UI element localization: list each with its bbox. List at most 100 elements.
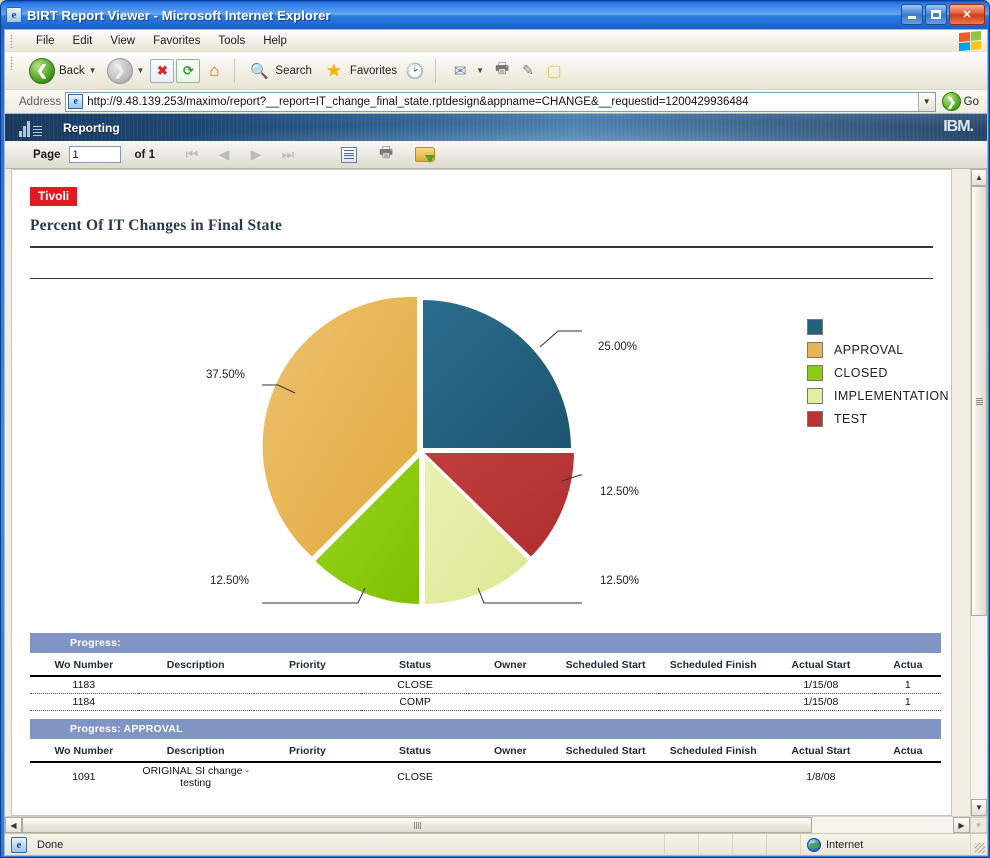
internet-explorer-icon: e: [6, 7, 22, 23]
discuss-note-icon[interactable]: ▢: [542, 59, 566, 83]
column-header-owner: Owner: [468, 653, 552, 677]
vertical-scroll-thumb[interactable]: [971, 186, 987, 616]
favorites-button[interactable]: ★ Favorites: [318, 57, 401, 85]
menu-item-edit[interactable]: Edit: [64, 33, 102, 49]
history-icon[interactable]: 🕑: [403, 59, 427, 83]
menu-item-view[interactable]: View: [101, 33, 144, 49]
cell-wo-number: 1183: [30, 676, 138, 694]
next-page-icon[interactable]: ▶: [247, 146, 265, 163]
report-body: Tivoli Percent Of IT Changes in Final St…: [5, 169, 987, 816]
reporting-banner: Reporting IBM.: [5, 114, 987, 141]
scroll-right-button[interactable]: ▶: [953, 817, 970, 833]
column-header-priority: Priority: [253, 653, 362, 677]
group-header: Progress:: [30, 633, 941, 653]
window-title: BIRT Report Viewer - Microsoft Internet …: [27, 7, 331, 23]
column-header-actual-start: Actual Start: [767, 653, 875, 677]
chevron-down-icon[interactable]: ▼: [89, 66, 97, 75]
column-header-actual-finish: Actua: [874, 653, 941, 677]
cell-scheduled-finish: [659, 676, 768, 694]
security-zone[interactable]: Internet: [801, 834, 971, 855]
toolbar-grip-handle[interactable]: [10, 56, 13, 70]
mail-button[interactable]: ✉ ▼: [444, 57, 488, 85]
legend-swatch: [807, 318, 823, 335]
go-arrow-icon: ❯: [941, 92, 961, 111]
cell-actual-finish: 1: [874, 676, 941, 694]
refresh-icon[interactable]: ⟳: [176, 58, 201, 83]
report-chart-icon: [19, 119, 43, 137]
horizontal-scrollbar[interactable]: ◀ ▶ ▼: [5, 816, 987, 833]
back-arrow-icon: ❮: [29, 57, 55, 84]
address-input[interactable]: e http://9.48.139.253/maximo/report?__re…: [65, 91, 936, 112]
group-header: Progress: APPROVAL: [30, 719, 941, 739]
legend-item-0: [807, 315, 949, 338]
export-report-icon[interactable]: [415, 147, 436, 163]
back-button[interactable]: ❮ Back ▼: [25, 56, 101, 86]
search-button[interactable]: 🔍 Search: [243, 57, 315, 85]
column-header-scheduled-start: Scheduled Start: [551, 653, 660, 677]
menu-item-tools[interactable]: Tools: [209, 33, 254, 49]
edit-icon[interactable]: ✎: [516, 59, 540, 83]
favorites-label: Favorites: [349, 64, 398, 77]
print-icon[interactable]: 🖶: [490, 59, 514, 83]
ibm-logo: IBM.: [943, 118, 974, 135]
home-icon[interactable]: ⌂: [202, 59, 226, 83]
status-message: e Done: [5, 834, 665, 855]
cell-scheduled-start: [551, 676, 660, 694]
first-page-icon[interactable]: ⏮: [183, 146, 201, 163]
menu-bar: File Edit View Favorites Tools Help: [5, 30, 987, 52]
horizontal-scroll-track[interactable]: [22, 817, 953, 833]
scroll-down-button[interactable]: ▼: [971, 799, 987, 816]
page-label: Page: [33, 148, 61, 161]
browser-client-area: File Edit View Favorites Tools Help ❮ Ba…: [4, 29, 988, 856]
window-resize-grip[interactable]: [971, 834, 987, 855]
last-page-icon[interactable]: ⏭: [279, 146, 297, 163]
pie-chart-svg: [262, 294, 582, 607]
cell-description: ORIGINAL SI change - testing: [142, 765, 249, 789]
go-label: Go: [963, 95, 979, 108]
close-button[interactable]: ✕: [949, 4, 985, 25]
cell-actual-finish: 1: [874, 693, 941, 711]
scroll-left-button[interactable]: ◀: [5, 817, 22, 833]
go-button[interactable]: ❯ Go: [940, 92, 987, 111]
cell-owner: [468, 693, 552, 711]
legend-swatch: [807, 341, 823, 358]
cell-actual-finish: [875, 762, 941, 791]
table-of-contents-icon[interactable]: [340, 146, 357, 163]
chevron-down-icon[interactable]: ▼: [137, 66, 145, 75]
scroll-up-button[interactable]: ▲: [971, 169, 987, 186]
status-segment: [665, 834, 699, 855]
print-report-icon[interactable]: 🖶: [379, 142, 393, 167]
title-bar: e BIRT Report Viewer - Microsoft Interne…: [1, 1, 989, 29]
pie-label-approval: 37.50%: [206, 369, 246, 381]
chart-legend: APPROVAL CLOSED IMPLEMENTATION TEST: [807, 315, 949, 430]
table-header-row: Wo Number Description Priority Status Ow…: [30, 739, 941, 763]
address-dropdown-button[interactable]: ▼: [917, 92, 935, 111]
page-title: Percent Of IT Changes in Final State: [30, 217, 283, 234]
data-table-1: Wo Number Description Priority Status Ow…: [30, 653, 941, 711]
menu-item-help[interactable]: Help: [254, 33, 296, 49]
menu-grip-handle[interactable]: [10, 34, 13, 48]
cell-actual-start: 1/15/08: [767, 676, 875, 694]
pie-label-closed: 12.50%: [210, 575, 250, 587]
report-table: Progress: Wo Number Description Priority…: [30, 633, 941, 791]
address-label: Address: [19, 95, 62, 108]
stop-icon[interactable]: ✖: [150, 58, 175, 83]
horizontal-scroll-thumb[interactable]: [22, 817, 812, 833]
vertical-scrollbar[interactable]: ▲ ▼: [970, 169, 987, 816]
maximize-button[interactable]: [925, 4, 947, 25]
minimize-button[interactable]: [901, 4, 923, 25]
search-label: Search: [275, 64, 312, 77]
legend-item-closed: CLOSED: [807, 361, 949, 384]
page-number-input[interactable]: 1: [68, 146, 121, 163]
status-bar: e Done Internet: [5, 833, 987, 855]
forward-button[interactable]: ❯ ▼: [103, 56, 149, 86]
vertical-scroll-track[interactable]: [971, 186, 987, 799]
menu-item-file[interactable]: File: [27, 33, 64, 49]
address-url-text: http://9.48.139.253/maximo/report?__repo…: [87, 95, 749, 108]
chevron-down-icon[interactable]: ▼: [476, 66, 484, 75]
cell-status: CLOSE: [397, 771, 433, 783]
previous-page-icon[interactable]: ◀: [215, 146, 233, 163]
legend-label: TEST: [834, 411, 868, 426]
menu-item-favorites[interactable]: Favorites: [144, 33, 209, 49]
star-icon: ★: [326, 60, 342, 80]
